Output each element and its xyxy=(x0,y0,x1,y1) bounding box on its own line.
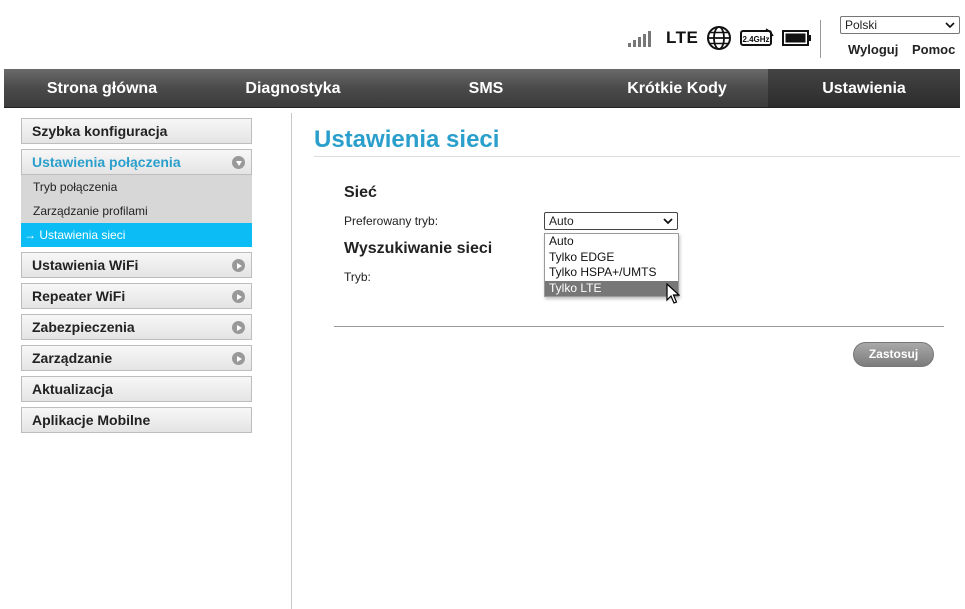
preferred-mode-select[interactable]: Auto xyxy=(544,212,678,230)
status-icons: LTE 2.4GHz xyxy=(628,24,812,52)
globe-icon xyxy=(706,25,732,51)
title-divider xyxy=(314,156,960,157)
network-type-label: LTE xyxy=(666,28,699,47)
sidebar-item-update[interactable]: Aktualizacja xyxy=(21,376,252,402)
chevron-right-icon xyxy=(232,321,245,334)
logout-link[interactable]: Wyloguj xyxy=(848,42,898,57)
sidebar-item-mobile-apps[interactable]: Aplikacje Mobilne xyxy=(21,407,252,433)
sidebar-subitem-connection-mode[interactable]: Tryb połączenia xyxy=(21,175,252,199)
sidebar-item-label: Ustawienia połączenia xyxy=(32,154,181,170)
form-divider xyxy=(334,326,944,327)
chevron-right-icon xyxy=(232,290,245,303)
sidebar-item-wifi-repeater[interactable]: Repeater WiFi xyxy=(21,283,252,309)
tab-home[interactable]: Strona główna xyxy=(4,69,200,107)
sidebar: Szybka konfiguracja Ustawienia połączeni… xyxy=(21,118,252,433)
tab-sms[interactable]: SMS xyxy=(386,69,586,107)
chevron-right-icon xyxy=(232,352,245,365)
sidebar-item-label: Ustawienia WiFi xyxy=(32,257,139,273)
preferred-mode-label: Preferowany tryb: xyxy=(344,214,439,228)
mouse-cursor-icon xyxy=(666,283,680,304)
chevron-down-icon xyxy=(663,218,673,225)
search-mode-label: Tryb: xyxy=(344,270,371,284)
page-title: Ustawienia sieci xyxy=(314,126,500,153)
sidebar-item-security[interactable]: Zabezpieczenia xyxy=(21,314,252,340)
dropdown-option-hspa-umts[interactable]: Tylko HSPA+/UMTS xyxy=(545,265,678,281)
chevron-down-icon xyxy=(232,156,245,169)
apply-button[interactable]: Zastosuj xyxy=(853,342,934,367)
dropdown-option-lte[interactable]: Tylko LTE xyxy=(545,280,678,296)
preferred-mode-value: Auto xyxy=(549,214,574,228)
dropdown-option-auto[interactable]: Auto xyxy=(545,234,678,250)
preferred-mode-dropdown: Auto Tylko EDGE Tylko HSPA+/UMTS Tylko L… xyxy=(544,233,679,297)
dropdown-option-edge[interactable]: Tylko EDGE xyxy=(545,250,678,266)
network-search-heading: Wyszukiwanie sieci xyxy=(344,240,493,257)
sidebar-item-label: Szybka konfiguracja xyxy=(32,123,168,139)
sidebar-item-wifi-settings[interactable]: Ustawienia WiFi xyxy=(21,252,252,278)
main-nav: Strona główna Diagnostyka SMS Krótkie Ko… xyxy=(4,69,960,108)
tab-diagnostics[interactable]: Diagnostyka xyxy=(200,69,386,107)
sidebar-subitem-profile-management[interactable]: Zarządzanie profilami xyxy=(21,199,252,223)
chevron-right-icon xyxy=(232,259,245,272)
tab-settings[interactable]: Ustawienia xyxy=(768,69,960,107)
sidebar-item-connection-settings[interactable]: Ustawienia połączenia xyxy=(21,149,252,175)
battery-icon xyxy=(782,29,812,47)
sidebar-item-quick-setup[interactable]: Szybka konfiguracja xyxy=(21,118,252,144)
help-link[interactable]: Pomoc xyxy=(912,42,955,57)
wifi-24ghz-icon: 2.4GHz xyxy=(740,27,775,49)
sidebar-item-label: Repeater WiFi xyxy=(32,288,126,304)
chevron-down-icon xyxy=(945,22,955,29)
signal-bars-icon xyxy=(628,29,656,47)
language-select[interactable]: Polski xyxy=(840,16,960,34)
header-divider xyxy=(820,20,821,58)
sidebar-item-label: Aktualizacja xyxy=(32,381,113,397)
network-section-heading: Sieć xyxy=(344,184,377,201)
content-divider xyxy=(291,113,292,609)
tab-short-codes[interactable]: Krótkie Kody xyxy=(586,69,768,107)
sidebar-item-label: Aplikacje Mobilne xyxy=(32,412,151,428)
wifi-badge-text: 2.4GHz xyxy=(743,35,770,44)
sidebar-item-label: Zarządzanie xyxy=(32,350,113,366)
sidebar-item-management[interactable]: Zarządzanie xyxy=(21,345,252,371)
sidebar-subitem-network-settings[interactable]: → Ustawienia sieci xyxy=(21,223,252,247)
language-select-value: Polski xyxy=(845,18,878,32)
sidebar-item-label: Zabezpieczenia xyxy=(32,319,135,335)
